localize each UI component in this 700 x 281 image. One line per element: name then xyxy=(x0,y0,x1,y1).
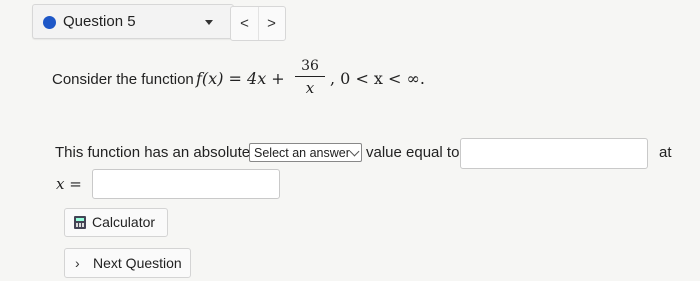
next-question-button[interactable]: › Next Question xyxy=(64,248,191,278)
next-question-label: Next Question xyxy=(93,255,182,271)
answer-middle-text: value equal to xyxy=(366,144,460,161)
chevron-right-icon: › xyxy=(75,255,80,271)
function-expression: f(x) = 4x + xyxy=(196,69,285,88)
answer-prefix-text: This function has an absolute xyxy=(55,144,251,161)
function-fraction: 36 x xyxy=(295,58,325,97)
answer-suffix-text: at xyxy=(659,144,672,161)
extremum-value-input[interactable] xyxy=(460,138,648,169)
next-question-arrow-button[interactable]: > xyxy=(258,7,285,40)
fraction-bar xyxy=(295,76,325,77)
select-value: Select an answer xyxy=(254,146,350,160)
question-label: Question 5 xyxy=(63,13,136,30)
fraction-numerator: 36 xyxy=(301,58,319,74)
calculator-icon xyxy=(74,216,86,229)
previous-question-button[interactable]: < xyxy=(231,7,259,40)
calculator-button-label: Calculator xyxy=(92,214,156,230)
calculator-button[interactable]: Calculator xyxy=(64,208,168,237)
question-nav-group: < > xyxy=(230,6,286,41)
question-selector[interactable]: Question 5 xyxy=(32,4,234,39)
problem-prompt: Consider the function xyxy=(52,71,194,88)
x-equals-label: x = xyxy=(56,175,82,193)
fraction-denominator: x xyxy=(305,79,315,97)
chevron-down-icon xyxy=(349,146,360,157)
question-status-dot-icon xyxy=(43,16,56,29)
function-domain: , 0 < x < ∞. xyxy=(330,69,425,88)
x-value-input[interactable] xyxy=(92,169,280,199)
extremum-type-select[interactable]: Select an answer xyxy=(249,143,362,162)
dropdown-caret-icon xyxy=(205,20,213,25)
